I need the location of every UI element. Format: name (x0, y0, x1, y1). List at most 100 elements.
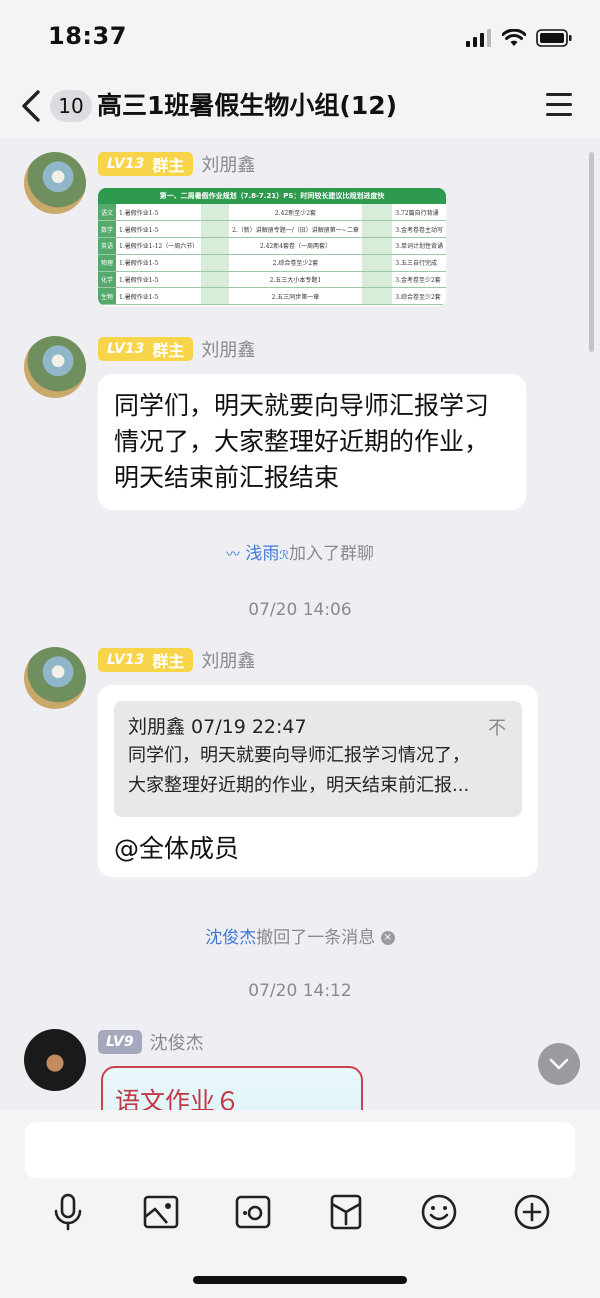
red-packet-button[interactable] (322, 1188, 370, 1236)
image-table-cell: 3.72篇自行背诵 (392, 204, 446, 222)
level-badge: LV13 群主 (98, 337, 194, 361)
scroll-to-bottom-button[interactable] (538, 1043, 580, 1085)
image-table-cell: 1.暑假作业1-5 (116, 220, 202, 239)
status-bar: 18:37 (0, 0, 600, 76)
emoji-icon (421, 1194, 457, 1230)
sender-name[interactable]: 刘朋鑫 (201, 151, 255, 177)
quoted-message[interactable]: 刘朋鑫 07/19 22:47 不 同学们，明天就要向导师汇报学习情况了， 大家… (114, 701, 522, 817)
level-badge: LV13 群主 (98, 648, 194, 672)
menu-button[interactable] (546, 93, 572, 119)
image-table-cell: 1.暑假作业1-12（一周六节） (116, 237, 202, 255)
voice-button[interactable] (44, 1188, 92, 1236)
unread-count-badge[interactable]: 10 (50, 90, 92, 122)
image-table-spacer (361, 271, 393, 289)
sender-name[interactable]: 刘朋鑫 (201, 647, 255, 673)
scrollbar[interactable] (589, 152, 594, 352)
status-time: 18:37 (48, 22, 127, 50)
image-table-cell: 化学 (98, 271, 117, 289)
image-table-cell: 3.五三自行完成 (392, 254, 446, 272)
camera-icon (235, 1195, 271, 1229)
image-table-cell: 1.暑假作业1-5 (116, 204, 202, 222)
image-table-spacer (201, 287, 230, 306)
image-table-row: 数学 1.暑假作业1-5 2.（新）讲解册专题一/（旧）讲解册第一~二章 3.金考卷卷… (98, 220, 446, 239)
image-table-spacer (361, 237, 393, 255)
more-button[interactable] (508, 1188, 556, 1236)
message-meta: LV13 群主 刘朋鑫 (98, 151, 255, 177)
image-table-cell: 2.42新至少2套 (229, 204, 362, 222)
quote-message-bubble[interactable]: 刘朋鑫 07/19 22:47 不 同学们，明天就要向导师汇报学习情况了， 大家… (98, 685, 538, 877)
close-circle-icon[interactable]: × (380, 931, 395, 945)
image-table-cell: 数学 (98, 220, 117, 239)
avatar[interactable] (24, 152, 86, 214)
sender-name[interactable]: 刘朋鑫 (201, 336, 255, 362)
image-table-cell: 2.42新4套卷（一周两套） (229, 237, 362, 255)
system-join-notice: 〰 浅雨ℛ加入了群聊 (226, 544, 374, 564)
image-table-spacer (361, 287, 393, 306)
image-table-cell: 2.五三大小本专题1 (229, 271, 362, 289)
quote-header: 刘朋鑫 07/19 22:47 (128, 716, 307, 738)
image-table-row: 物理 1.暑假作业1-5 2.综合卷至少2套 3.五三自行完成 (98, 254, 446, 272)
image-button[interactable] (137, 1188, 185, 1236)
message-input[interactable] (25, 1122, 575, 1178)
note-card-text: 语文作业６ (115, 1087, 241, 1110)
image-table-spacer (201, 237, 230, 255)
image-table-cell: 物理 (98, 254, 117, 272)
image-table-spacer (201, 254, 230, 272)
message-bubble[interactable]: 同学们，明天就要向导师汇报学习情况了，大家整理好近期的作业，明天结束前汇报结束 (98, 374, 526, 510)
camera-button[interactable] (229, 1188, 277, 1236)
input-toolbar (0, 1188, 600, 1236)
timestamp: 07/20 14:06 (248, 600, 352, 620)
avatar[interactable] (24, 647, 86, 709)
image-table-spacer (361, 254, 393, 272)
chevron-down-icon (549, 1058, 569, 1070)
quote-pin-label: 不 (488, 718, 506, 739)
system-recall-notice: 沈俊杰撤回了一条消息 × (0, 923, 600, 948)
emoji-button[interactable] (415, 1188, 463, 1236)
chat-title: 高三1班暑假生物小组(12) (97, 91, 398, 120)
image-table-cell: 英语 (98, 237, 117, 255)
sender-name[interactable]: 沈俊杰 (150, 1029, 204, 1055)
image-table-cell: 1.暑假作业1-5 (116, 254, 202, 272)
mention-all-text: @全体成员 (114, 834, 240, 863)
quote-line: 大家整理好近期的作业，明天结束前汇报... (128, 775, 470, 796)
back-button[interactable] (20, 88, 46, 124)
recall-user-link[interactable]: 沈俊杰 (205, 928, 256, 948)
image-table-spacer (201, 204, 230, 222)
chat-area[interactable]: LV13 群主 刘朋鑫 第一、二周暑假作业规划（7.8-7.21）PS：时间较长… (0, 138, 600, 1110)
image-table-cell: 2.五三同步第一章 (229, 287, 362, 306)
image-table-spacer (201, 271, 230, 289)
image-table-spacer (361, 220, 393, 239)
image-message[interactable]: 第一、二周暑假作业规划（7.8-7.21）PS：时间较长建议比规划进度快 语文 1… (98, 188, 446, 306)
signal-icon (466, 29, 491, 47)
image-table-cell: 2.综合卷至少2套 (229, 254, 362, 272)
note-card-message[interactable]: 语文作业６ (101, 1066, 363, 1110)
image-table: 语文 1.暑假作业1-5 2.42新至少2套 3.72篇自行背诵 数学 1.暑假作业1-5… (98, 204, 446, 306)
image-table-row: 生物 1.暑假作业1-5 2.五三同步第一章 3.综合卷至少2套 (98, 287, 446, 306)
wave-icon: 〰 (226, 547, 240, 563)
image-table-cell: 3.金考卷至少2套 (392, 271, 446, 289)
battery-icon (536, 29, 572, 47)
image-table-row: 化学 1.暑假作业1-5 2.五三大小本专题1 3.金考卷至少2套 (98, 271, 446, 289)
message-meta: LV9 沈俊杰 (98, 1029, 204, 1055)
image-table-cell: 2.（新）讲解册专题一/（旧）讲解册第一~二章 (229, 220, 362, 239)
joined-user-link[interactable]: 浅雨 (245, 544, 279, 564)
message-meta: LV13 群主 刘朋鑫 (98, 647, 255, 673)
image-table-cell: 1.暑假作业1-5 (116, 287, 202, 306)
image-table-cell: 3.金考卷卷主动写 (392, 220, 446, 239)
nav-bar: 10 高三1班暑假生物小组(12) (0, 76, 600, 138)
image-header: 第一、二周暑假作业规划（7.8-7.21）PS：时间较长建议比规划进度快 (98, 188, 446, 204)
wifi-icon (502, 29, 526, 46)
status-icons (466, 26, 572, 50)
home-indicator[interactable] (193, 1276, 407, 1284)
image-table-cell: 1.暑假作业1-5 (116, 271, 202, 289)
plus-icon (514, 1194, 550, 1230)
image-table-spacer (361, 204, 393, 222)
image-table-row: 语文 1.暑假作业1-5 2.42新至少2套 3.72篇自行背诵 (98, 204, 446, 222)
avatar[interactable] (24, 336, 86, 398)
avatar[interactable] (24, 1029, 86, 1091)
message-meta: LV13 群主 刘朋鑫 (98, 336, 255, 362)
quote-line: 同学们，明天就要向导师汇报学习情况了， (128, 745, 470, 766)
bottom-panel (0, 1110, 600, 1298)
level-badge: LV13 群主 (98, 152, 194, 176)
image-icon (143, 1195, 179, 1229)
